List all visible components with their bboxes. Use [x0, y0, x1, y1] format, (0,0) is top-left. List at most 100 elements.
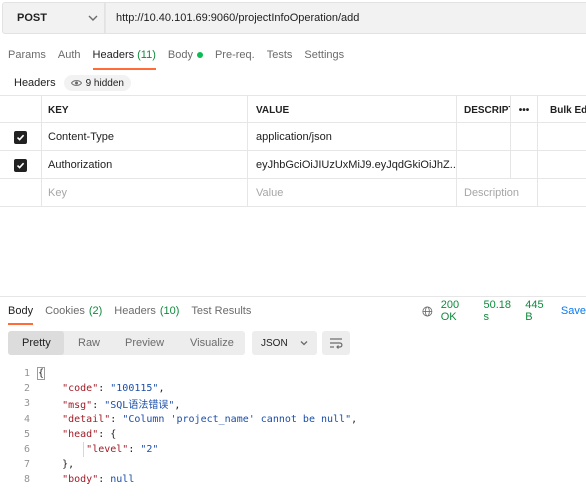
tab-pre-request-label: Pre-req. [214, 49, 255, 61]
response-size[interactable]: 445 B [525, 299, 549, 323]
tab-auth-label: Auth [57, 49, 81, 61]
tab-auth[interactable]: Auth [58, 44, 81, 66]
hidden-headers-toggle[interactable]: 9 hidden [63, 75, 131, 91]
response-tab-test-results-label: Test Results [191, 305, 252, 317]
status-code[interactable]: 200 OK [441, 299, 472, 323]
json-key: "body" [62, 474, 99, 486]
response-tab-body-label: Body [8, 305, 34, 317]
tab-params-label: Params [8, 49, 46, 61]
json-key: "detail" [62, 413, 111, 425]
url-input[interactable]: http://10.40.101.69:9060/projectInfoOper… [105, 2, 586, 34]
row-checkbox[interactable] [14, 158, 27, 172]
header-description-cell[interactable] [457, 151, 511, 179]
row-checkbox-cell [0, 151, 42, 179]
response-tab-headers-label: Headers [114, 305, 156, 317]
code-line: 1 { [0, 366, 586, 381]
table-row: Content-Type application/json [0, 123, 586, 151]
code-line: 8 "body": null [0, 472, 586, 487]
headers-subbar: Headers 9 hidden [14, 74, 131, 92]
view-visualize-button[interactable]: Visualize [177, 331, 245, 355]
response-tab-test-results[interactable]: Test Results [191, 300, 251, 322]
column-header-description: DESCRIPTION [457, 96, 511, 124]
json-value: "100115" [110, 383, 159, 395]
table-row: Authorization eyJhbGciOiJIUzUxMiJ9.eyJqd… [0, 151, 586, 179]
header-trailing-cell [538, 123, 586, 151]
format-select[interactable]: JSON [252, 331, 317, 355]
new-value-input[interactable]: Value [248, 179, 457, 207]
json-value: "2" [140, 444, 159, 456]
response-headers-count: (10) [159, 305, 180, 317]
line-number: 6 [23, 444, 30, 456]
code-text: { [36, 367, 46, 381]
json-value: null [110, 474, 135, 486]
line-number: 1 [23, 368, 30, 380]
request-bar: POST http://10.40.101.69:9060/projectInf… [2, 2, 586, 34]
chevron-down-icon [300, 341, 308, 346]
view-preview-button[interactable]: Preview [112, 331, 177, 355]
response-body-editor[interactable]: 1 { 2 "code": "100115", 3 "msg": "SQL语法错… [0, 366, 586, 488]
view-raw-button[interactable]: Raw [64, 331, 112, 355]
tab-headers-count: (11) [137, 49, 156, 61]
pane-divider[interactable] [0, 296, 586, 297]
code-text: "level": "2" [86, 444, 159, 456]
header-description-cell[interactable] [457, 123, 511, 151]
header-key-cell[interactable]: Authorization [42, 151, 248, 179]
new-key-input[interactable]: Key [42, 179, 248, 207]
view-pretty-button[interactable]: Pretty [8, 331, 64, 355]
response-tab-headers[interactable]: Headers (10) [114, 300, 179, 322]
tab-body[interactable]: Body [168, 44, 203, 66]
json-value: "SQL语法错误" [104, 400, 175, 412]
response-time[interactable]: 50.18 s [483, 299, 513, 323]
eye-icon [70, 80, 82, 86]
tab-settings[interactable]: Settings [304, 44, 344, 66]
header-trailing-cell [538, 179, 586, 207]
header-extra-cell [511, 151, 538, 179]
save-response-button[interactable]: Save [561, 305, 586, 317]
tab-settings-label: Settings [304, 49, 345, 61]
bulk-edit-button[interactable]: Bulk Edit [538, 96, 586, 124]
response-status: 200 OK 50.18 s 445 B Save [422, 299, 586, 323]
hidden-count-label: 9 hidden [85, 77, 124, 89]
json-key: "msg" [62, 400, 93, 412]
row-checkbox[interactable] [14, 130, 27, 144]
code-line: 3 "msg": "SQL语法错误", [0, 396, 586, 411]
code-line: 2 "code": "100115", [0, 381, 586, 396]
header-value-cell[interactable]: application/json [248, 123, 457, 151]
header-value-cell[interactable]: eyJhbGciOiJIUzUxMiJ9.eyJqdGkiOiJhZ... [248, 151, 457, 179]
method-select[interactable]: POST [2, 2, 105, 34]
code-text: "body": null [62, 474, 135, 486]
table-header-row: KEY VALUE DESCRIPTION ••• Bulk Edit [0, 95, 586, 124]
method-label: POST [17, 12, 47, 24]
column-header-value: VALUE [248, 96, 457, 124]
line-number: 8 [23, 474, 30, 486]
tab-body-label: Body [167, 49, 193, 61]
cookies-count: (2) [88, 305, 103, 317]
tab-params[interactable]: Params [8, 44, 46, 66]
wrap-lines-button[interactable] [322, 331, 350, 355]
tab-headers[interactable]: Headers (11) [92, 44, 157, 70]
header-trailing-cell [538, 151, 586, 179]
check-icon [16, 134, 25, 141]
code-line: 4 "detail": "Column 'project_name' canno… [0, 412, 586, 427]
response-tab-body[interactable]: Body [8, 300, 34, 325]
globe-icon[interactable] [422, 305, 433, 318]
tab-tests-label: Tests [266, 49, 293, 61]
code-text: "detail": "Column 'project_name' cannot … [62, 413, 358, 425]
tab-pre-request[interactable]: Pre-req. [215, 44, 255, 66]
new-description-input[interactable]: Description [457, 179, 538, 207]
table-row-new: Key Value Description [0, 179, 586, 207]
tab-headers-label: Headers [92, 49, 135, 61]
response-tab-cookies[interactable]: Cookies (2) [45, 300, 102, 322]
json-key: "level" [86, 444, 129, 456]
code-line: 7 }, [0, 457, 586, 472]
column-header-key: KEY [42, 96, 248, 124]
line-number: 2 [23, 383, 30, 395]
tab-tests[interactable]: Tests [267, 44, 293, 66]
json-value: "Column 'project_name' cannot be null" [122, 413, 352, 425]
wrap-lines-icon [330, 338, 343, 349]
view-mode-group: Pretty Raw Preview Visualize [8, 331, 245, 355]
code-text: "msg": "SQL语法错误", [62, 400, 181, 412]
more-options-button[interactable]: ••• [511, 96, 538, 124]
headers-section-label: Headers [14, 77, 56, 89]
header-key-cell[interactable]: Content-Type [42, 123, 248, 151]
